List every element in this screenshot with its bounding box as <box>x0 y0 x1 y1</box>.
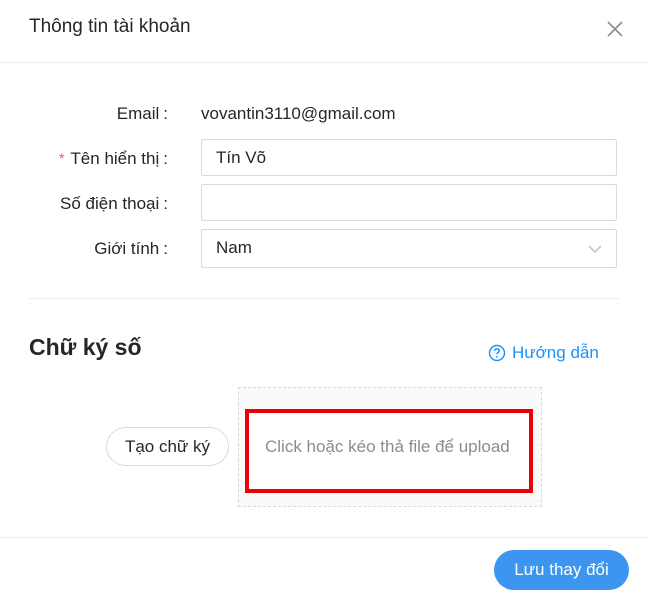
gender-value: Nam <box>216 238 252 257</box>
required-mark: * <box>58 150 65 166</box>
gender-label: Giới tính: <box>94 239 168 259</box>
display-name-row: * Tên hiển thị: Tín Võ <box>0 139 648 179</box>
close-icon[interactable] <box>603 17 627 41</box>
email-label: Email: <box>117 104 168 124</box>
upload-hint-text[interactable]: Click hoặc kéo thả file để upload <box>265 437 510 457</box>
email-value: vovantin3110@gmail.com <box>201 104 396 123</box>
email-row: Email: vovantin3110@gmail.com <box>0 94 648 134</box>
display-name-label-colon: : <box>163 149 168 168</box>
create-signature-button[interactable]: Tạo chữ ký <box>106 427 229 466</box>
guide-link[interactable]: Hướng dẫn <box>488 343 599 363</box>
account-info-modal: Thông tin tài khoản Email: vovantin3110@… <box>0 0 648 602</box>
section-divider <box>29 298 619 299</box>
chevron-down-icon <box>588 241 602 255</box>
phone-input[interactable] <box>201 184 617 221</box>
phone-label-colon: : <box>163 194 168 213</box>
email-label-colon: : <box>163 104 168 123</box>
gender-select[interactable]: Nam <box>201 229 617 268</box>
gender-row: Giới tính: Nam <box>0 229 648 269</box>
phone-label: Số điện thoại: <box>60 194 168 214</box>
display-name-label: * Tên hiển thị: <box>59 149 168 169</box>
modal-header: Thông tin tài khoản <box>0 0 648 63</box>
guide-link-label: Hướng dẫn <box>512 343 599 362</box>
display-name-label-text: Tên hiển thị <box>70 149 160 168</box>
phone-label-text: Số điện thoại <box>60 194 160 213</box>
question-circle-icon <box>488 344 506 362</box>
display-name-input[interactable]: Tín Võ <box>201 139 617 176</box>
gender-label-colon: : <box>163 239 168 258</box>
save-changes-button[interactable]: Lưu thay đổi <box>494 550 629 590</box>
phone-row: Số điện thoại: <box>0 184 648 224</box>
email-label-text: Email <box>116 104 160 123</box>
modal-title: Thông tin tài khoản <box>29 16 191 37</box>
signature-section-title: Chữ ký số <box>29 334 142 360</box>
gender-label-text: Giới tính <box>94 239 160 258</box>
